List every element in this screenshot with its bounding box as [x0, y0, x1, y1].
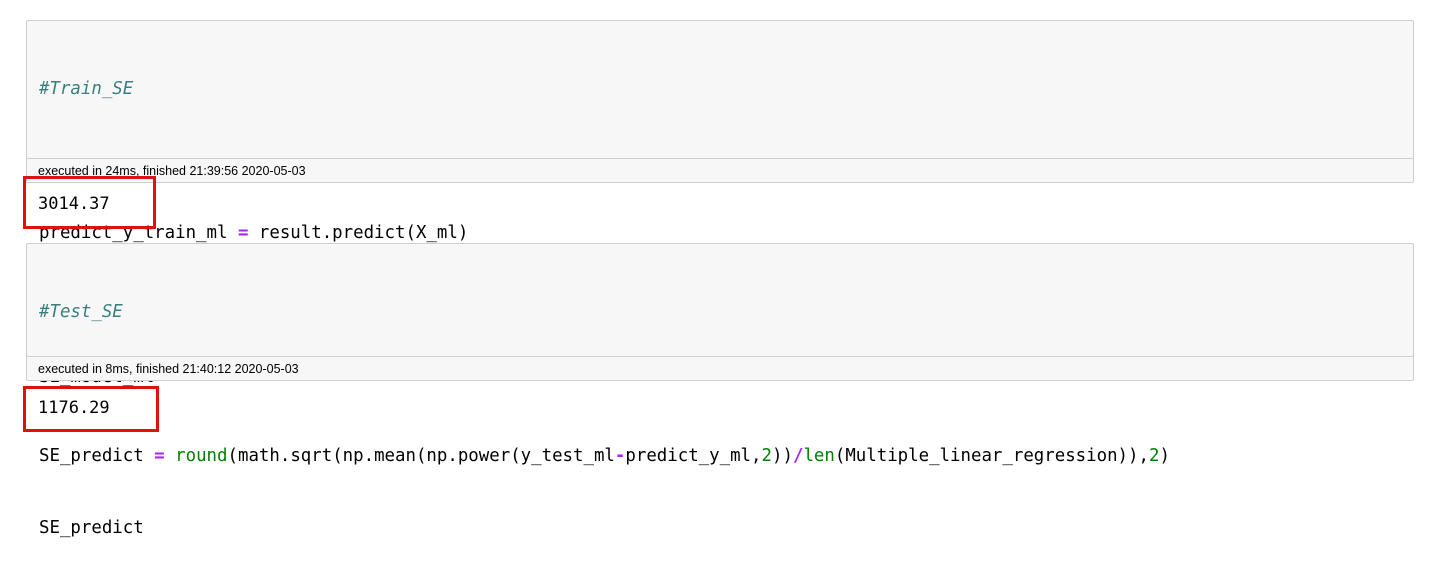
code-token: predict_y_ml,	[625, 446, 762, 466]
operator-token: /	[792, 446, 804, 466]
code-token: (Multiple_linear_regression)),	[834, 446, 1149, 466]
code-comment: #Test_SE	[39, 302, 123, 322]
code-token: )	[1159, 446, 1170, 466]
execution-timing: executed in 8ms, finished 21:40:12 2020-…	[27, 356, 1413, 380]
highlight-box	[23, 386, 159, 432]
number-token: 2	[1148, 446, 1160, 466]
builtin-token: round	[175, 446, 228, 466]
builtin-token: len	[803, 446, 835, 466]
operator-token: -	[614, 446, 626, 466]
code-line: predict_y_train_ml = result.predict(X_ml…	[39, 221, 1413, 245]
operator-token: =	[154, 446, 165, 466]
code-line: SE_predict	[39, 516, 1413, 540]
code-line: SE_predict = round(math.sqrt(np.mean(np.…	[39, 444, 1413, 468]
code-cell-test-se[interactable]: #Test_SE SE_predict = round(math.sqrt(np…	[26, 243, 1414, 538]
highlight-box	[23, 176, 156, 229]
code-token: ))	[772, 446, 793, 466]
code-token: SE_predict	[39, 518, 144, 538]
code-comment: #Train_SE	[39, 79, 134, 99]
code-cell-train-se[interactable]: #Train_SE predict_y_train_ml = result.pr…	[26, 20, 1414, 387]
code-editor[interactable]: #Test_SE SE_predict = round(math.sqrt(np…	[27, 244, 1413, 588]
number-token: 2	[761, 446, 772, 466]
execution-timing: executed in 24ms, finished 21:39:56 2020…	[27, 158, 1413, 182]
code-token: (math.sqrt(np.mean(np.power(y_test_ml	[227, 446, 615, 466]
code-token: result.predict(X_ml)	[248, 223, 469, 243]
operator-token: =	[237, 223, 249, 243]
code-token: SE_predict	[39, 446, 155, 466]
